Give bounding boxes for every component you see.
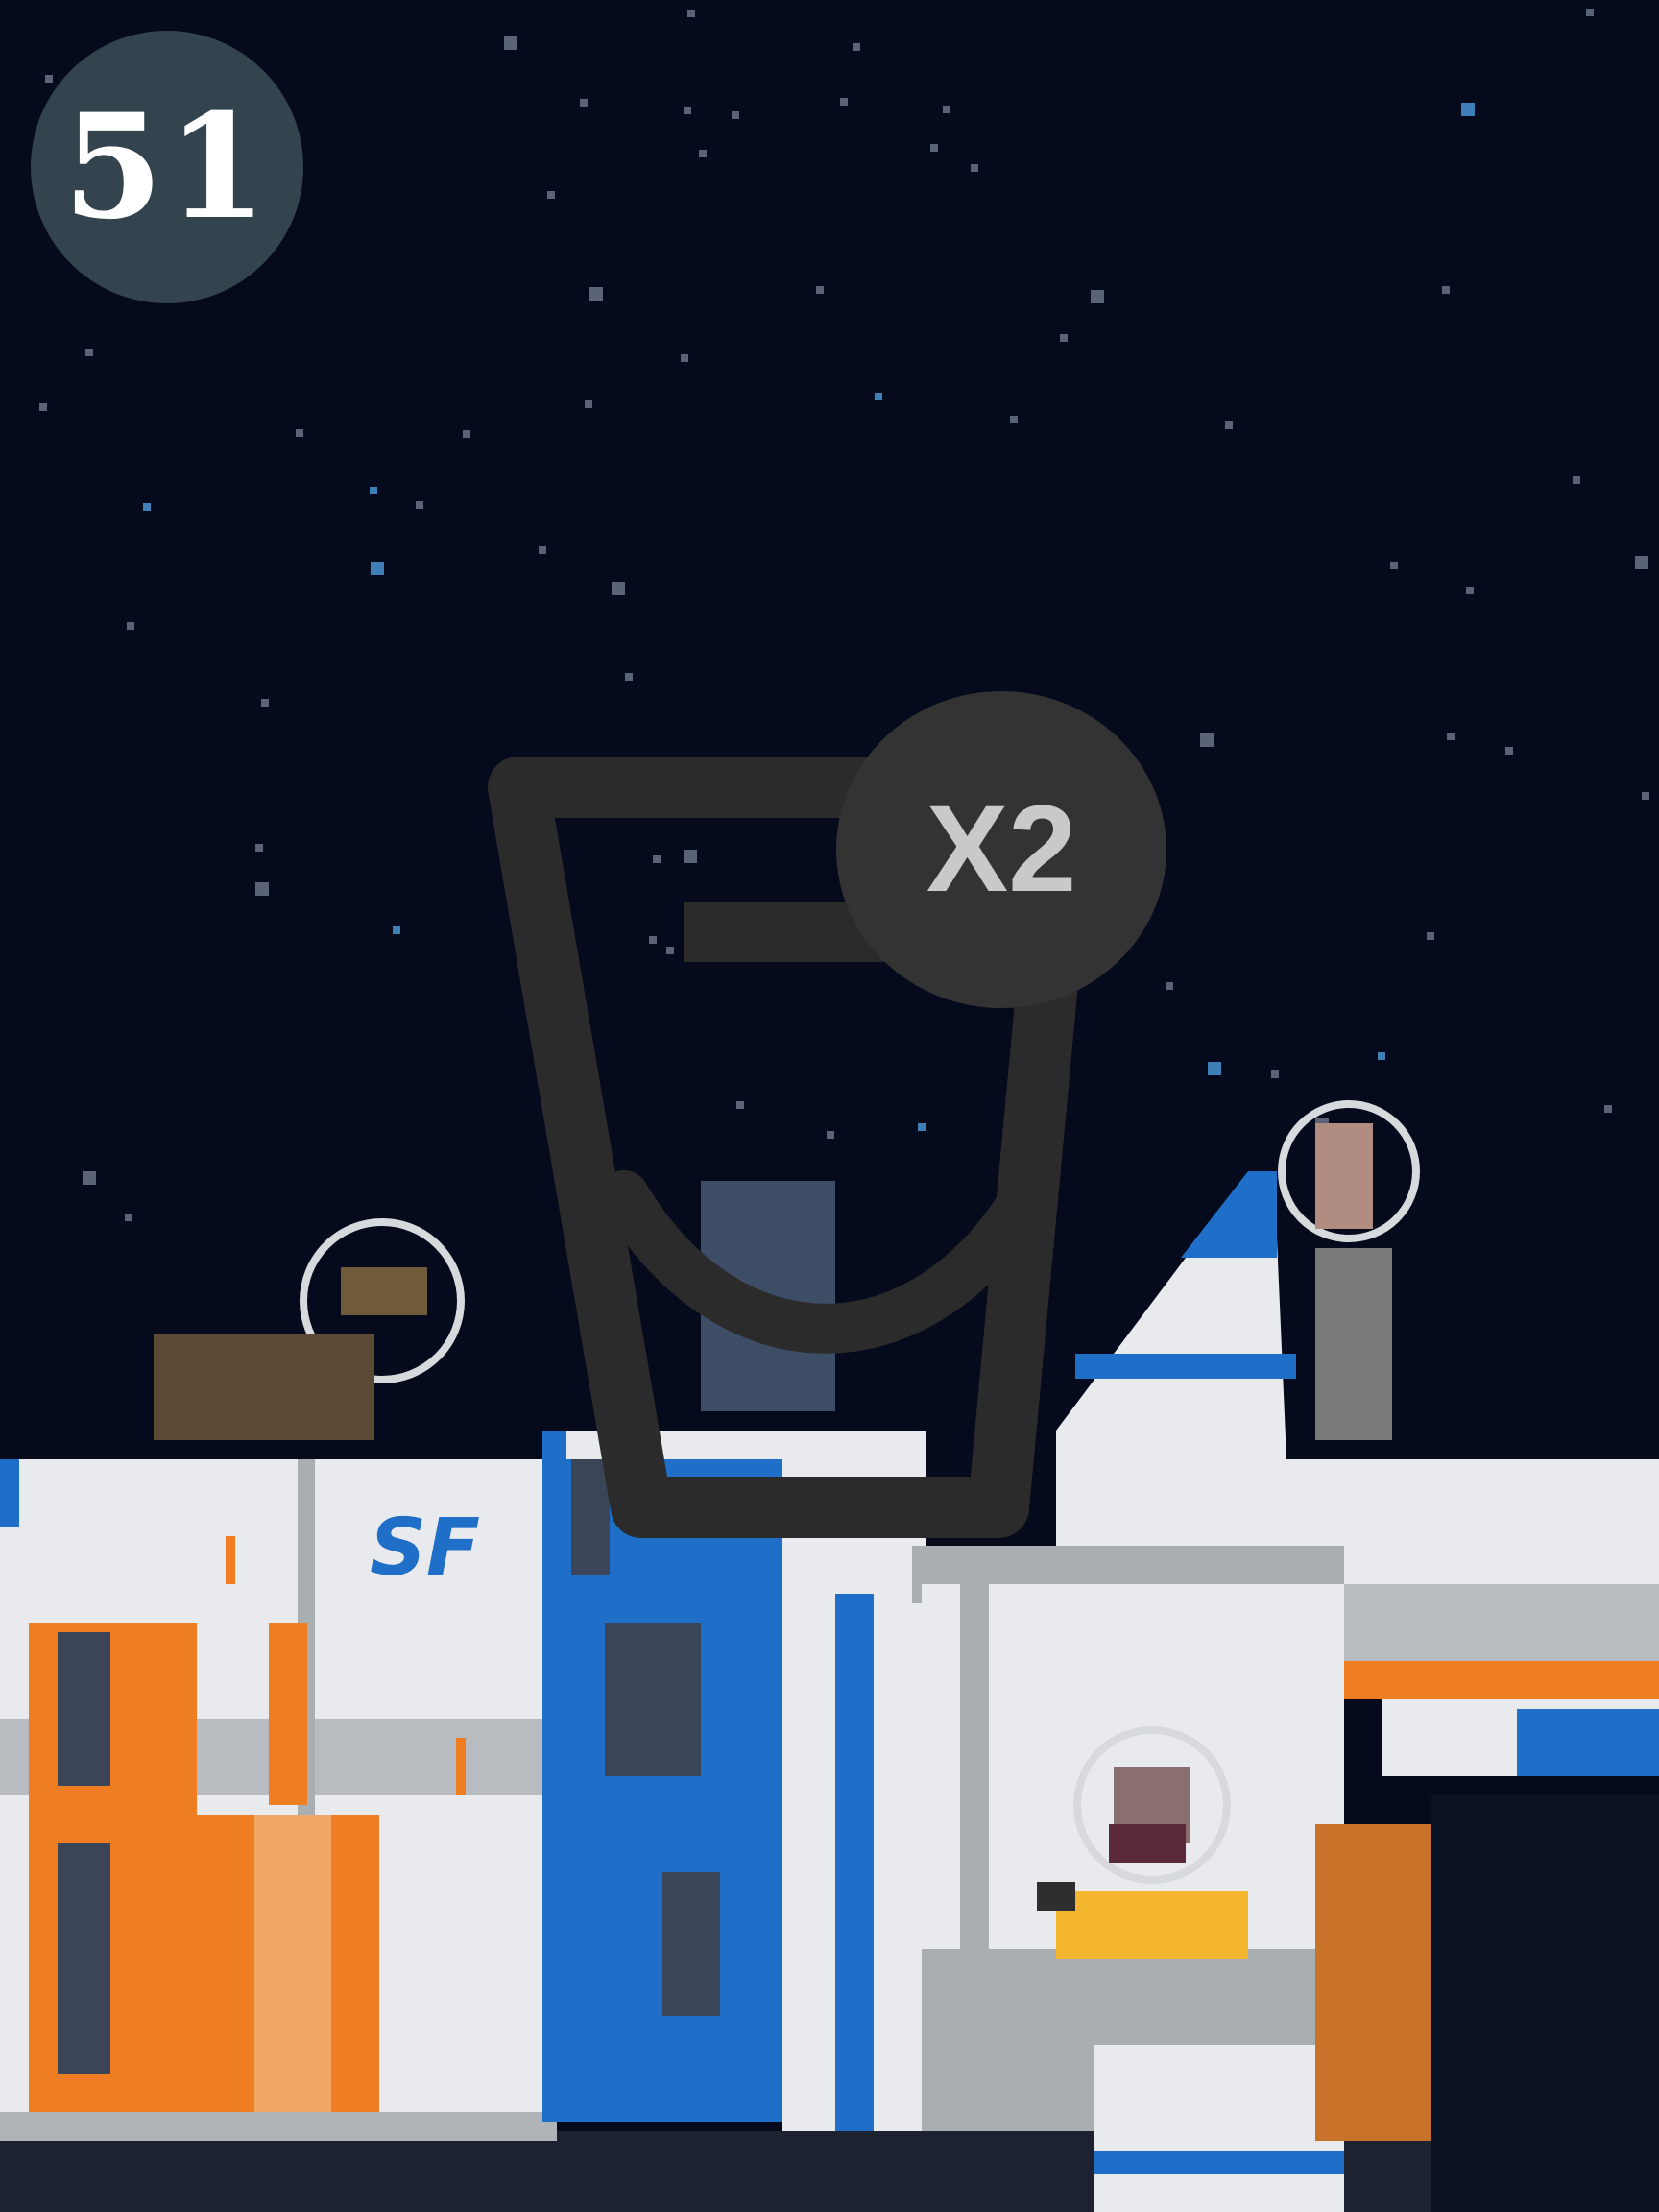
star <box>684 850 697 863</box>
star <box>666 947 674 954</box>
star <box>625 673 633 681</box>
star <box>1586 9 1594 16</box>
star <box>681 354 688 362</box>
star <box>971 164 978 172</box>
star <box>585 400 592 408</box>
star <box>1573 476 1580 484</box>
star <box>1427 932 1434 940</box>
star <box>684 107 691 114</box>
star <box>1010 416 1018 423</box>
star <box>736 1101 744 1109</box>
score-value: 51 <box>62 83 272 252</box>
star <box>1225 421 1233 429</box>
star <box>816 286 824 294</box>
star <box>547 191 555 199</box>
star <box>125 1214 132 1221</box>
star <box>687 10 695 17</box>
star <box>1505 747 1513 755</box>
star <box>589 287 603 301</box>
star <box>1635 556 1648 569</box>
star <box>943 106 950 113</box>
star <box>580 99 588 107</box>
star <box>1390 562 1398 569</box>
star <box>1447 733 1455 740</box>
star <box>1466 587 1474 594</box>
star <box>371 562 384 575</box>
star <box>699 150 707 157</box>
star <box>370 487 377 494</box>
star <box>296 429 303 437</box>
star <box>732 111 739 119</box>
star <box>255 844 263 852</box>
star <box>853 43 860 51</box>
game-scene: SF <box>0 0 1659 2212</box>
space-station-left: SF <box>0 1459 557 2141</box>
ship-logo: SF <box>370 1503 480 1594</box>
star <box>1604 1105 1612 1113</box>
star <box>875 393 882 400</box>
star <box>261 699 269 707</box>
star <box>539 546 546 554</box>
star <box>930 144 938 152</box>
star <box>1642 792 1649 800</box>
star <box>504 36 517 50</box>
star <box>840 98 848 106</box>
star <box>1091 290 1104 303</box>
ground-shadow <box>0 2131 1659 2212</box>
multiplier-badge[interactable]: X2 <box>836 691 1166 1008</box>
star <box>416 501 423 509</box>
star <box>1166 982 1173 990</box>
star <box>127 622 134 630</box>
star <box>1461 103 1475 116</box>
star <box>1378 1052 1385 1060</box>
star <box>255 882 269 896</box>
star <box>1208 1062 1221 1075</box>
star <box>393 926 400 934</box>
star <box>1442 286 1450 294</box>
star <box>653 855 661 863</box>
star <box>1200 733 1214 747</box>
star <box>83 1171 96 1185</box>
multiplier-value: X2 <box>926 781 1077 918</box>
star <box>143 503 151 511</box>
star <box>649 936 657 944</box>
star <box>1271 1070 1279 1078</box>
score-badge: 51 <box>31 31 303 303</box>
star <box>463 430 470 438</box>
star <box>1060 334 1068 342</box>
star <box>39 403 47 411</box>
star <box>45 75 53 83</box>
star <box>85 349 93 356</box>
star <box>827 1131 834 1139</box>
star <box>918 1123 926 1131</box>
star <box>612 582 625 595</box>
